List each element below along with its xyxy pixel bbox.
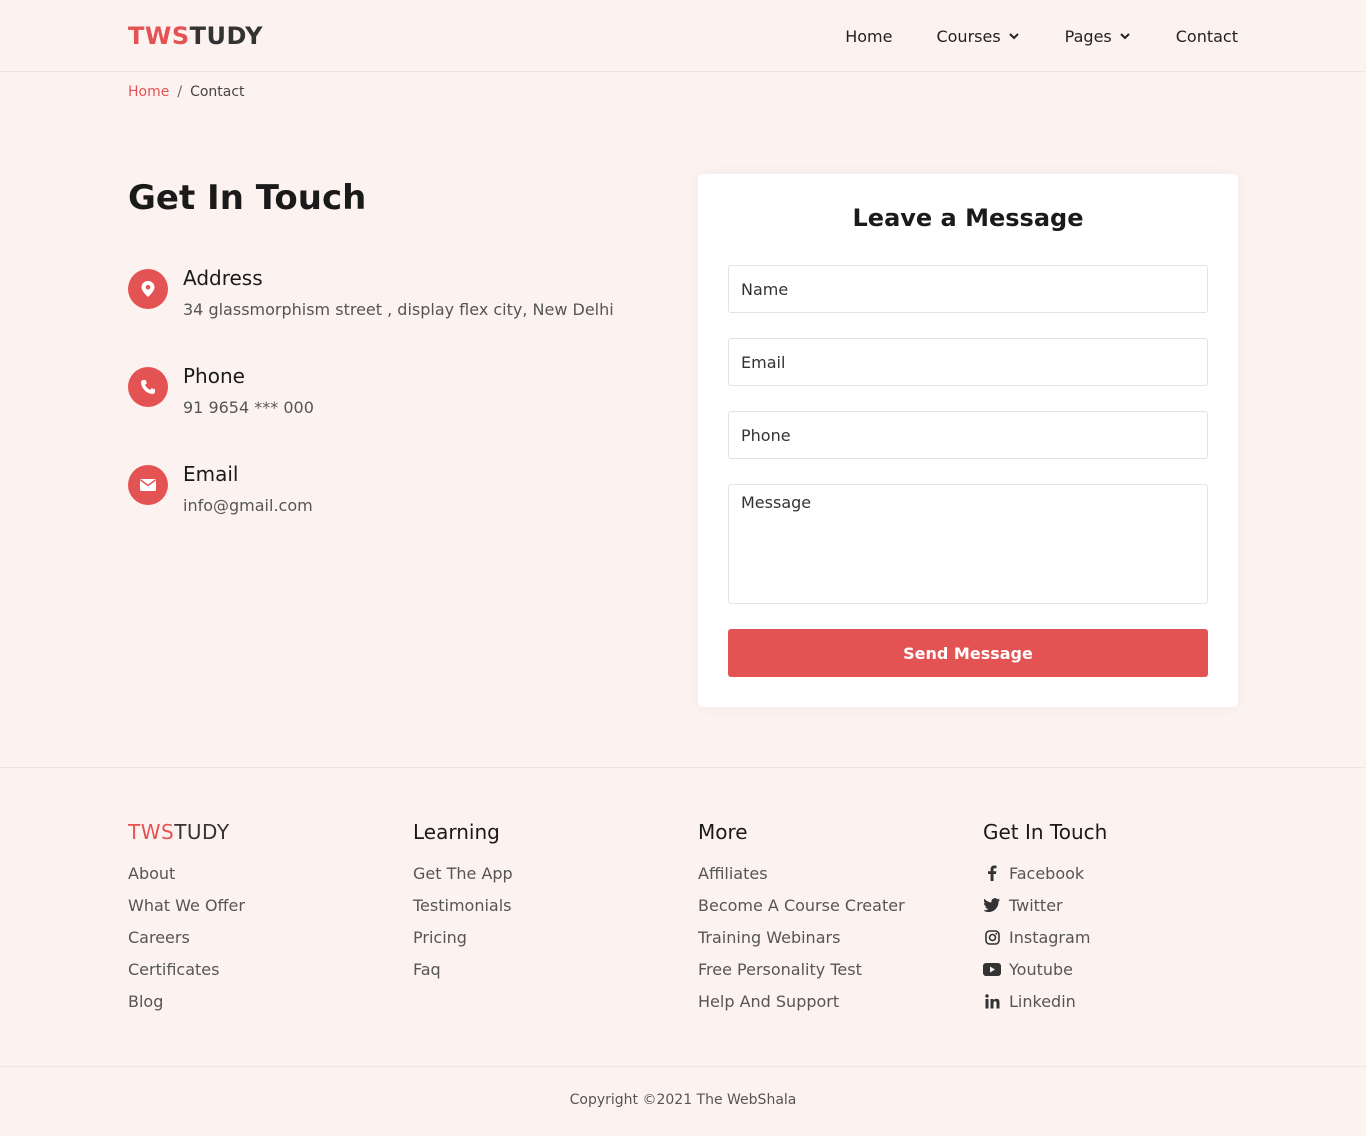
footer-link-help-support[interactable]: Help And Support: [698, 992, 905, 1024]
footer-link-testimonials[interactable]: Testimonials: [413, 896, 513, 928]
footer-logo[interactable]: TWSTUDY: [128, 820, 245, 846]
nav-courses[interactable]: Courses: [936, 27, 1020, 46]
phone-label: Phone: [183, 364, 245, 388]
message-field[interactable]: [728, 484, 1208, 604]
nav-contact[interactable]: Contact: [1176, 27, 1238, 46]
phone-icon: [128, 367, 168, 407]
footer-link-about[interactable]: About: [128, 864, 245, 896]
instagram-label: Instagram: [1009, 928, 1091, 947]
footer-link-facebook[interactable]: Facebook: [983, 864, 1107, 896]
footer-link-what-we-offer[interactable]: What We Offer: [128, 896, 245, 928]
facebook-icon: [983, 864, 1001, 882]
twitter-label: Twitter: [1009, 896, 1063, 915]
brand-logo[interactable]: TWSTUDY: [128, 22, 263, 50]
footer-col-learning: Learning Get The App Testimonials Pricin…: [413, 820, 513, 992]
send-message-button[interactable]: Send Message: [728, 629, 1208, 677]
footer-link-affiliates[interactable]: Affiliates: [698, 864, 905, 896]
breadcrumb-current: Contact: [190, 84, 245, 100]
breadcrumb-home[interactable]: Home: [128, 84, 169, 100]
name-field[interactable]: [728, 265, 1208, 313]
site-footer: TWSTUDY About What We Offer Careers Cert…: [0, 767, 1366, 1067]
nav-pages-label: Pages: [1064, 26, 1112, 46]
footer-logo-accent: TWS: [128, 820, 175, 844]
email-info: Email info@gmail.com: [128, 461, 313, 515]
linkedin-icon: [983, 992, 1001, 1010]
footer-link-instagram[interactable]: Instagram: [983, 928, 1107, 960]
site-header: TWSTUDY Home Courses Pages Contact: [0, 0, 1366, 72]
phone-info: Phone 91 9654 *** 000: [128, 363, 314, 417]
twitter-icon: [983, 896, 1001, 914]
footer-logo-rest: TUDY: [174, 820, 230, 844]
brand-logo-accent: TWS: [128, 22, 190, 50]
email-label: Email: [183, 462, 239, 486]
message-form-card: Leave a Message Send Message: [698, 174, 1238, 707]
breadcrumb: Home / Contact: [128, 84, 245, 100]
footer-heading-learning: Learning: [413, 820, 500, 844]
footer-link-pricing[interactable]: Pricing: [413, 928, 513, 960]
breadcrumb-separator: /: [177, 84, 183, 100]
email-value: info@gmail.com: [183, 496, 313, 515]
nav-home-label: Home: [845, 26, 893, 46]
footer-link-twitter[interactable]: Twitter: [983, 896, 1107, 928]
instagram-icon: [983, 928, 1001, 946]
footer-link-youtube[interactable]: Youtube: [983, 960, 1107, 992]
map-pin-icon: [128, 269, 168, 309]
youtube-label: Youtube: [1009, 960, 1073, 979]
address-label: Address: [183, 266, 263, 290]
footer-link-become-creator[interactable]: Become A Course Creater: [698, 896, 905, 928]
phone-field[interactable]: [728, 411, 1208, 459]
form-title: Leave a Message: [852, 204, 1084, 232]
chevron-down-icon: [1008, 33, 1019, 40]
footer-link-blog[interactable]: Blog: [128, 992, 245, 1024]
footer-col-more: More Affiliates Become A Course Creater …: [698, 820, 905, 1024]
footer-link-certificates[interactable]: Certificates: [128, 960, 245, 992]
nav-pages[interactable]: Pages: [1065, 27, 1132, 46]
envelope-icon: [128, 465, 168, 505]
footer-link-training-webinars[interactable]: Training Webinars: [698, 928, 905, 960]
footer-link-linkedin[interactable]: Linkedin: [983, 992, 1107, 1024]
footer-heading-touch: Get In Touch: [983, 820, 1108, 844]
nav-courses-label: Courses: [936, 26, 1001, 46]
page-title: Get In Touch: [128, 178, 367, 218]
footer-link-careers[interactable]: Careers: [128, 928, 245, 960]
footer-col-brand: TWSTUDY About What We Offer Careers Cert…: [128, 820, 245, 1024]
copyright-text: Copyright ©2021 The WebShala: [569, 1092, 797, 1108]
main-nav: Home Courses Pages Contact: [845, 27, 1238, 46]
chevron-down-icon: [1120, 33, 1130, 40]
footer-link-personality-test[interactable]: Free Personality Test: [698, 960, 905, 992]
address-info: Address 34 glassmorphism street , displa…: [128, 265, 614, 319]
nav-contact-label: Contact: [1175, 26, 1238, 46]
facebook-label: Facebook: [1009, 864, 1085, 883]
nav-home[interactable]: Home: [845, 27, 892, 46]
email-field[interactable]: [728, 338, 1208, 386]
footer-link-faq[interactable]: Faq: [413, 960, 513, 992]
brand-logo-rest: TUDY: [189, 22, 264, 50]
footer-heading-more: More: [698, 820, 748, 844]
linkedin-label: Linkedin: [1009, 992, 1076, 1011]
footer-link-get-the-app[interactable]: Get The App: [413, 864, 513, 896]
phone-value: 91 9654 *** 000: [183, 398, 314, 417]
address-value: 34 glassmorphism street , display flex c…: [183, 300, 614, 319]
footer-col-touch: Get In Touch Facebook Twitter Instagram …: [983, 820, 1107, 1024]
youtube-icon: [983, 960, 1001, 978]
